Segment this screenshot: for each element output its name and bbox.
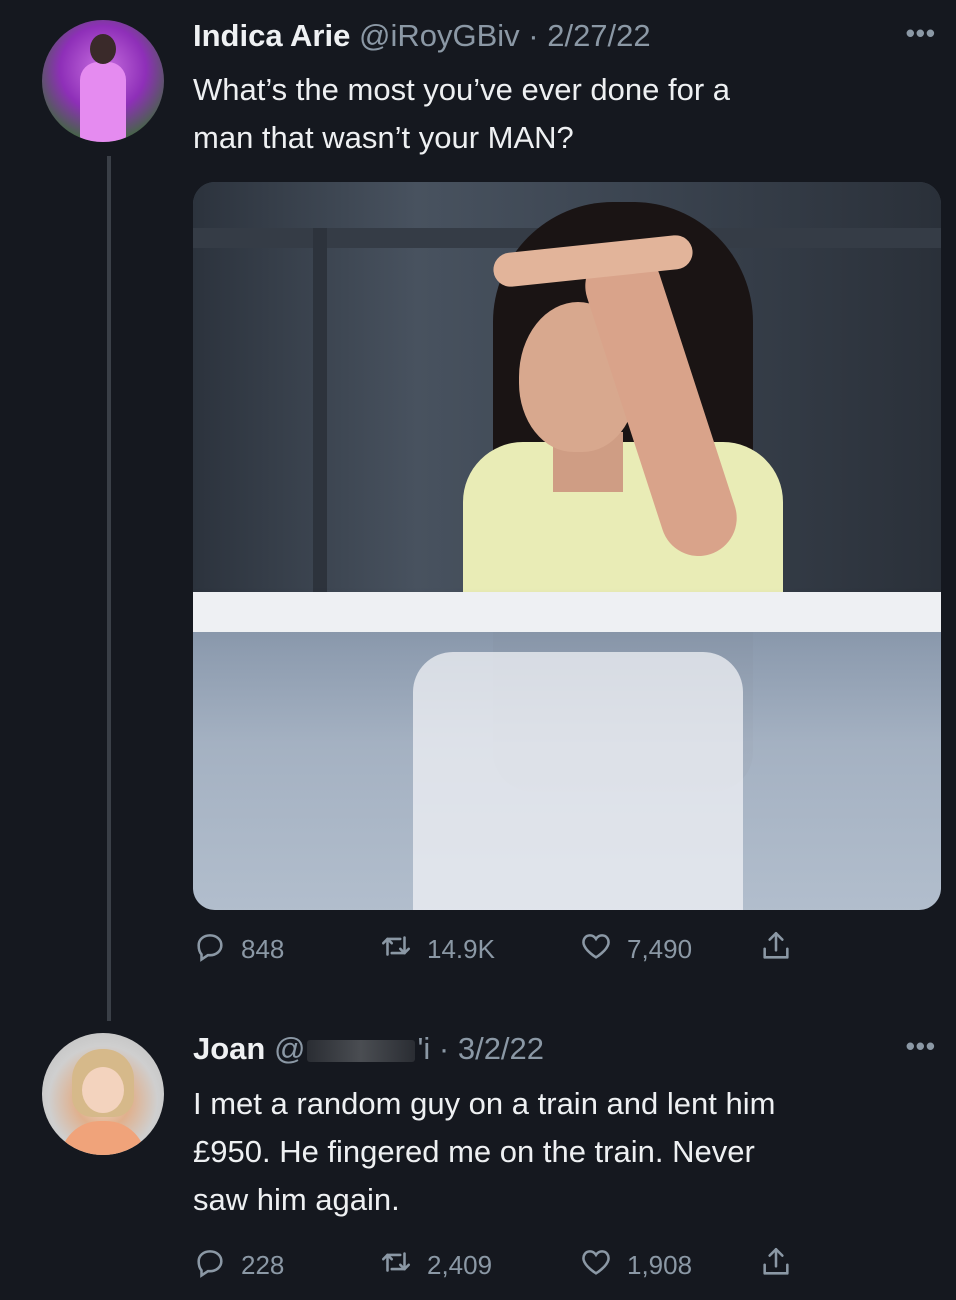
tweet-text-line: man that wasn’t your MAN? [193, 120, 574, 155]
retweet-icon [379, 929, 413, 970]
tweet-text: What’s the most you’ve ever done for a m… [193, 66, 923, 162]
retweet-icon [379, 1245, 413, 1286]
redaction-mark [307, 1039, 416, 1062]
avatar-figure-head [90, 34, 116, 64]
photo-window-frame [313, 228, 327, 608]
like-button[interactable]: 1,908 [579, 1245, 692, 1286]
like-button[interactable]: 7,490 [579, 929, 692, 970]
tweet-thread: Indica Arie @iRoyGBiv · 2/27/22 ••• What… [0, 0, 956, 1300]
share-button[interactable] [759, 929, 793, 970]
avatar-shoulders [60, 1121, 146, 1155]
tweet-text-line: What’s the most you’ve ever done for a [193, 72, 731, 107]
reply-icon [193, 1245, 227, 1286]
share-icon [759, 929, 793, 970]
avatar-face [82, 1067, 124, 1113]
avatar[interactable] [42, 1033, 164, 1155]
share-icon [759, 1245, 793, 1286]
thread-connector-line [107, 156, 111, 1021]
reply-count: 228 [241, 1250, 285, 1280]
user-handle-suffix[interactable]: 'i [417, 1031, 430, 1066]
tweet-actions: 848 14.9K 7,490 [193, 929, 833, 969]
avatar-figure-body [80, 62, 126, 142]
retweet-count: 14.9K [427, 934, 495, 964]
reply-count: 848 [241, 934, 285, 964]
user-handle-prefix[interactable]: @ [274, 1031, 305, 1066]
user-handle[interactable]: @iRoyGBiv [359, 18, 520, 53]
photo-balcony-rail [193, 592, 941, 632]
reply-button[interactable]: 848 [193, 929, 284, 970]
reply-button[interactable]: 228 [193, 1245, 284, 1286]
like-icon [579, 1245, 613, 1286]
like-count: 1,908 [627, 1250, 693, 1280]
tweet-text-line: I met a random guy on a train and lent h… [193, 1086, 776, 1121]
retweet-button[interactable]: 2,409 [379, 1245, 492, 1286]
like-icon [579, 929, 613, 970]
tweet-date[interactable]: · 2/27/22 [528, 18, 650, 53]
tweet-media-image[interactable] [193, 182, 941, 910]
tweet-text-line: saw him again. [193, 1182, 400, 1217]
tweet-header: Indica Arie @iRoyGBiv · 2/27/22 [193, 18, 651, 54]
tweet-header: Joan @ 'i · 3/2/22 [193, 1031, 544, 1067]
avatar[interactable] [42, 20, 164, 142]
tweet-date[interactable]: · 3/2/22 [439, 1031, 544, 1066]
retweet-button[interactable]: 14.9K [379, 929, 495, 970]
like-count: 7,490 [627, 934, 693, 964]
retweet-count: 2,409 [427, 1250, 493, 1280]
more-icon[interactable]: ••• [906, 18, 936, 49]
share-button[interactable] [759, 1245, 793, 1286]
tweet-text-line: £950. He fingered me on the train. Never [193, 1134, 755, 1169]
reply-icon [193, 929, 227, 970]
tweet-text: I met a random guy on a train and lent h… [193, 1080, 923, 1224]
display-name[interactable]: Indica Arie [193, 18, 350, 53]
more-icon[interactable]: ••• [906, 1031, 936, 1062]
photo-skirt [413, 652, 743, 910]
tweet-actions: 228 2,409 1,908 [193, 1245, 833, 1285]
display-name[interactable]: Joan [193, 1031, 265, 1066]
